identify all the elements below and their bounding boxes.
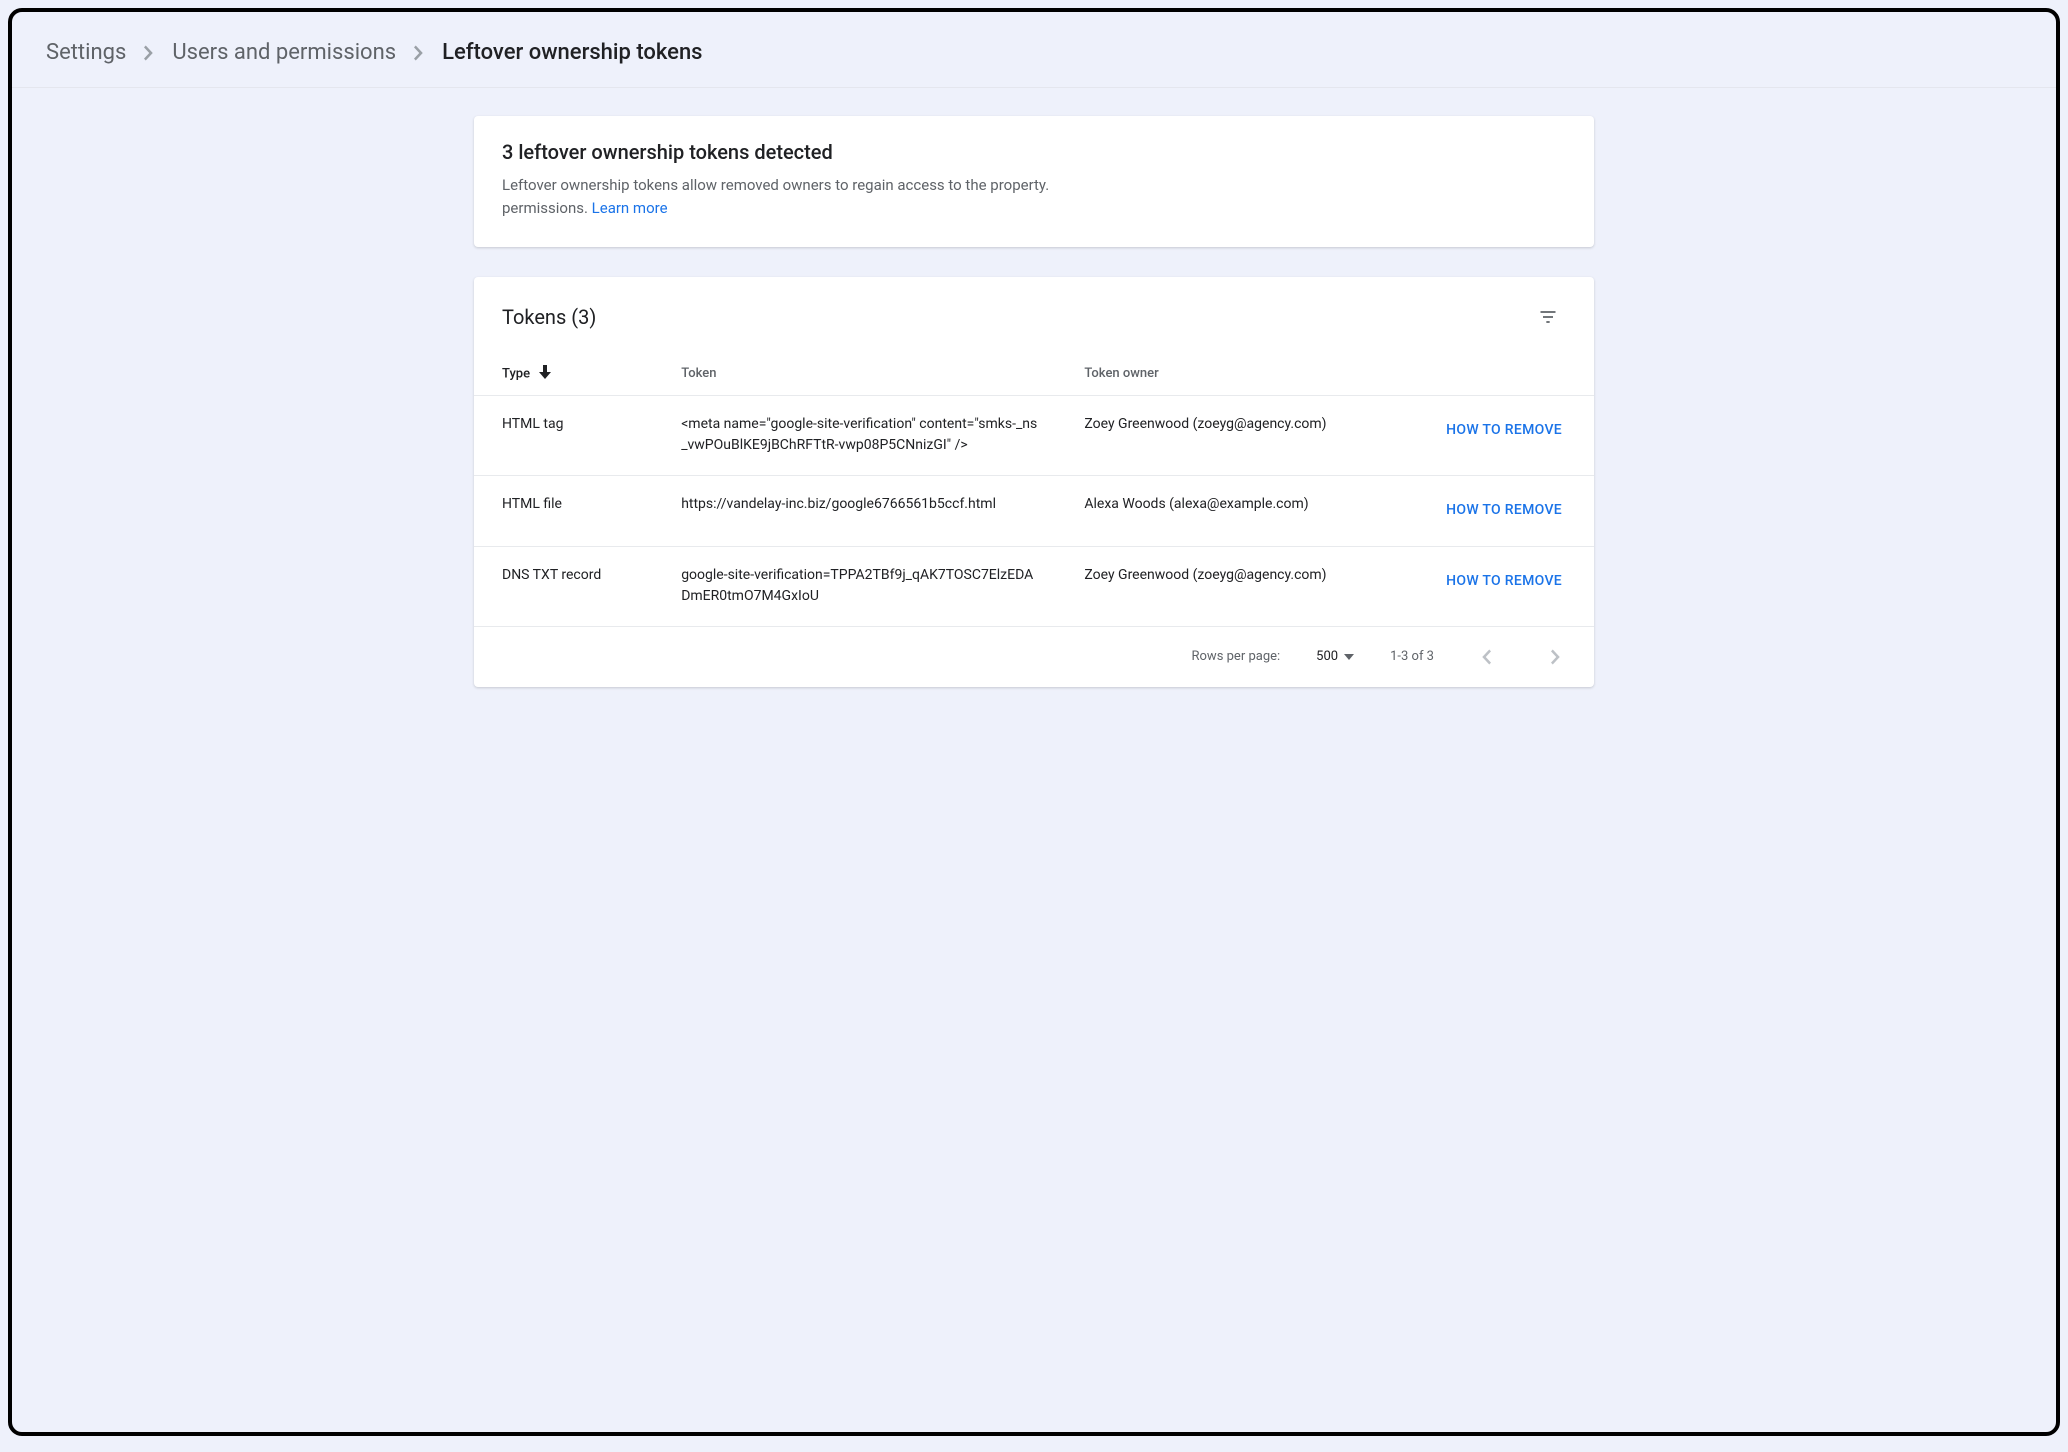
how-to-remove-button[interactable]: HOW TO REMOVE: [1442, 414, 1566, 448]
previous-page-button[interactable]: [1468, 639, 1504, 675]
sort-descending-icon: [539, 368, 551, 383]
dropdown-icon: [1344, 654, 1354, 660]
cell-token: https://vandelay-inc.biz/google6766561b5…: [653, 475, 1056, 546]
how-to-remove-button[interactable]: HOW TO REMOVE: [1442, 565, 1566, 599]
next-page-button[interactable]: [1538, 639, 1574, 675]
banner-title: 3 leftover ownership tokens detected: [502, 140, 1566, 164]
column-header-token[interactable]: Token: [653, 353, 1056, 396]
tokens-table: Type Token Token owner HTML tag <meta n: [474, 353, 1594, 627]
table-row: DNS TXT record google-site-verification=…: [474, 546, 1594, 626]
chevron-right-icon: [414, 45, 424, 61]
tokens-card: Tokens (3) Type: [474, 277, 1594, 687]
cell-type: HTML file: [474, 475, 653, 546]
banner-body-line2: permissions.: [502, 199, 592, 217]
cell-owner: Zoey Greenwood (zoeyg@agency.com): [1056, 546, 1392, 626]
breadcrumb: Settings Users and permissions Leftover …: [12, 12, 2056, 88]
tokens-title: Tokens (3): [502, 305, 596, 329]
chevron-right-icon: [144, 45, 154, 61]
pagination: Rows per page: 500 1-3 of 3: [474, 627, 1594, 687]
banner-body: Leftover ownership tokens allow removed …: [502, 174, 1566, 221]
column-header-type[interactable]: Type: [474, 353, 653, 396]
breadcrumb-settings[interactable]: Settings: [46, 40, 126, 65]
column-header-type-label: Type: [502, 366, 530, 381]
breadcrumb-users-permissions[interactable]: Users and permissions: [172, 40, 396, 65]
banner-body-line1: Leftover ownership tokens allow removed …: [502, 176, 1049, 194]
table-row: HTML tag <meta name="google-site-verific…: [474, 395, 1594, 475]
breadcrumb-current: Leftover ownership tokens: [442, 40, 702, 65]
cell-owner: Zoey Greenwood (zoeyg@agency.com): [1056, 395, 1392, 475]
cell-type: DNS TXT record: [474, 546, 653, 626]
learn-more-link[interactable]: Learn more: [592, 199, 668, 217]
column-header-owner[interactable]: Token owner: [1056, 353, 1392, 396]
filter-icon[interactable]: [1530, 299, 1566, 335]
cell-type: HTML tag: [474, 395, 653, 475]
how-to-remove-button[interactable]: HOW TO REMOVE: [1442, 494, 1566, 528]
pagination-range: 1-3 of 3: [1390, 649, 1434, 664]
cell-token: <meta name="google-site-verification" co…: [653, 395, 1056, 475]
cell-token: google-site-verification=TPPA2TBf9j_qAK7…: [653, 546, 1056, 626]
rows-per-page-select[interactable]: 500: [1314, 645, 1356, 668]
rows-per-page-value: 500: [1316, 649, 1338, 664]
cell-owner: Alexa Woods (alexa@example.com): [1056, 475, 1392, 546]
rows-per-page-label: Rows per page:: [1192, 649, 1281, 664]
table-row: HTML file https://vandelay-inc.biz/googl…: [474, 475, 1594, 546]
banner-card: 3 leftover ownership tokens detected Lef…: [474, 116, 1594, 247]
